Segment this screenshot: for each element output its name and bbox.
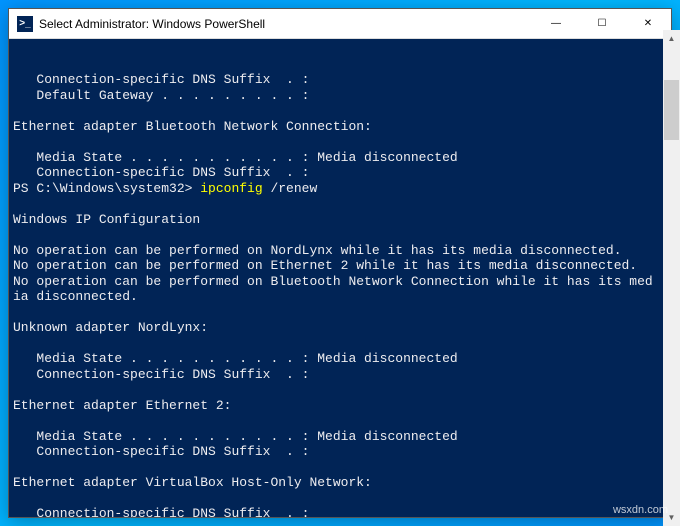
terminal-line: [13, 382, 654, 398]
vertical-scrollbar[interactable]: ▲ ▼: [663, 30, 680, 526]
terminal-line: Media State . . . . . . . . . . . : Medi…: [13, 351, 654, 367]
terminal-area[interactable]: Connection-specific DNS Suffix . : Defau…: [9, 39, 671, 517]
terminal-line: Media State . . . . . . . . . . . : Medi…: [13, 429, 654, 445]
terminal-line: [13, 227, 654, 243]
terminal-line: Connection-specific DNS Suffix . :: [13, 444, 654, 460]
terminal-line: [13, 134, 654, 150]
terminal-line: Connection-specific DNS Suffix . :: [13, 367, 654, 383]
window-title: Select Administrator: Windows PowerShell: [39, 17, 533, 31]
scroll-up-arrow[interactable]: ▲: [663, 30, 680, 47]
terminal-line: No operation can be performed on Bluetoo…: [13, 274, 654, 305]
app-icon: >_: [17, 16, 33, 32]
scroll-down-arrow[interactable]: ▼: [663, 509, 680, 526]
terminal-line: Connection-specific DNS Suffix . :: [13, 506, 654, 517]
terminal-line: Ethernet adapter Bluetooth Network Conne…: [13, 119, 654, 135]
terminal-line: PS C:\Windows\system32> ipconfig /renew: [13, 181, 654, 197]
terminal-line: No operation can be performed on NordLyn…: [13, 243, 654, 259]
command-arg: /renew: [270, 181, 317, 196]
terminal-line: Default Gateway . . . . . . . . . :: [13, 88, 654, 104]
maximize-button[interactable]: ☐: [579, 9, 625, 38]
terminal-line: [13, 196, 654, 212]
terminal-line: [13, 460, 654, 476]
terminal-line: Connection-specific DNS Suffix . :: [13, 165, 654, 181]
minimize-button[interactable]: —: [533, 9, 579, 38]
terminal-line: Media State . . . . . . . . . . . : Medi…: [13, 150, 654, 166]
powershell-window: >_ Select Administrator: Windows PowerSh…: [8, 8, 672, 518]
terminal-line: Windows IP Configuration: [13, 212, 654, 228]
titlebar[interactable]: >_ Select Administrator: Windows PowerSh…: [9, 9, 671, 39]
terminal-line: [13, 305, 654, 321]
terminal-line: Ethernet adapter VirtualBox Host-Only Ne…: [13, 475, 654, 491]
scroll-thumb[interactable]: [664, 80, 679, 140]
window-controls: — ☐ ✕: [533, 9, 671, 38]
terminal-line: No operation can be performed on Etherne…: [13, 258, 654, 274]
terminal-line: [13, 413, 654, 429]
terminal-line: [13, 103, 654, 119]
terminal-line: Ethernet adapter Ethernet 2:: [13, 398, 654, 414]
prompt: PS C:\Windows\system32>: [13, 181, 200, 196]
terminal-line: [13, 491, 654, 507]
terminal-line: [13, 336, 654, 352]
terminal-line: Unknown adapter NordLynx:: [13, 320, 654, 336]
command: ipconfig: [200, 181, 270, 196]
terminal-line: Connection-specific DNS Suffix . :: [13, 72, 654, 88]
terminal-output: Connection-specific DNS Suffix . : Defau…: [13, 72, 671, 517]
